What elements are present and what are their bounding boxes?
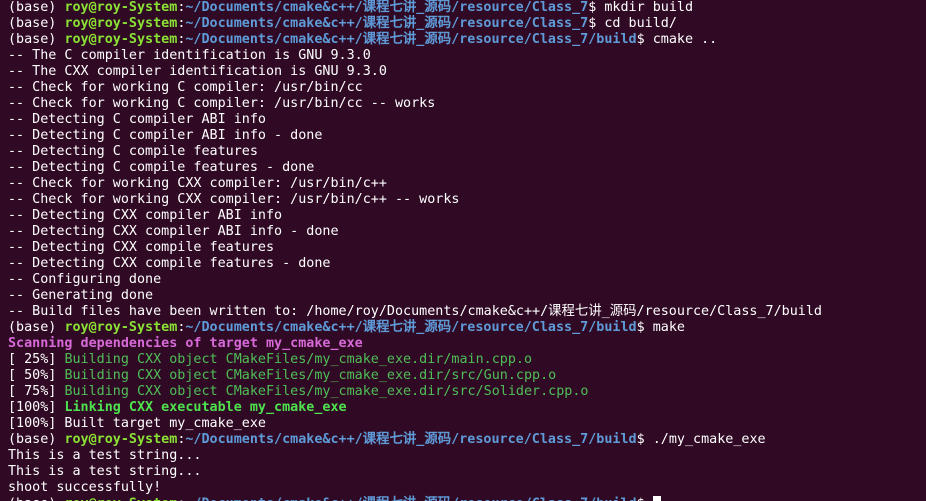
build-message: Building CXX object CMakeFiles/my_cmake_… — [64, 368, 557, 383]
command-text: cd build/ — [604, 16, 677, 31]
prompt-user: roy@roy-System — [64, 432, 178, 447]
build-percent: [ 25%] — [8, 352, 65, 367]
prompt-dollar: $ — [636, 432, 653, 447]
prompt-user: roy@roy-System — [64, 0, 178, 15]
make-build-line: [ 50%] Building CXX object CMakeFiles/my… — [8, 368, 926, 384]
terminal-line: (base) roy@roy-System:~/Documents/cmake&… — [8, 0, 926, 16]
prompt-dollar: $ — [588, 0, 605, 15]
cmake-output-line: -- Detecting C compiler ABI info - done — [8, 128, 323, 143]
make-link-line: [100%] Linking CXX executable my_cmake_e… — [8, 400, 926, 416]
cmake-output-line: -- The CXX compiler identification is GN… — [8, 64, 387, 79]
prompt-env: (base) — [8, 320, 65, 335]
prompt-path: ~/Documents/cmake&c++/课程七讲_源码/resource/C… — [185, 320, 637, 335]
command-text: cmake .. — [652, 32, 718, 47]
cmake-output-line: -- Detecting C compile features — [8, 144, 258, 159]
terminal-line: (base) roy@roy-System:~/Documents/cmake&… — [8, 432, 926, 448]
prompt-env: (base) — [8, 497, 64, 501]
cmake-output-line: -- Build files have been written to: /ho… — [8, 304, 822, 319]
prompt-path: ~/Documents/cmake&c++/课程七讲_源码/resource/C… — [185, 432, 637, 447]
link-message: Linking CXX executable my_cmake_exe — [64, 400, 347, 415]
prompt-user: roy@roy-System — [64, 497, 177, 501]
prompt-path: ~/Documents/cmake&c++/课程七讲_源码/resource/C… — [185, 16, 589, 31]
prompt-path: ~/Documents/cmake&c++/课程七讲_源码/resource/C… — [185, 0, 589, 15]
cmake-output-line: -- Detecting CXX compiler ABI info — [8, 208, 283, 223]
terminal-line-current[interactable]: (base) roy@roy-System:~/Documents/cmake&… — [8, 496, 926, 501]
make-build-line: [ 25%] Building CXX object CMakeFiles/my… — [8, 352, 926, 368]
cmake-output-line: -- Detecting CXX compile features - done — [8, 256, 331, 271]
cmake-output-line: -- Detecting CXX compile features — [8, 240, 275, 255]
program-output-line: This is a test string... — [8, 464, 202, 479]
cmake-output-line: -- Check for working CXX compiler: /usr/… — [8, 176, 387, 191]
cmake-output-line: -- Check for working C compiler: /usr/bi… — [8, 96, 436, 111]
program-output-line: shoot successfully! — [8, 480, 162, 495]
prompt-dollar: $ — [636, 32, 653, 47]
prompt-dollar: $ — [637, 497, 653, 501]
build-message: Building CXX object CMakeFiles/my_cmake_… — [64, 352, 533, 367]
prompt-user: roy@roy-System — [64, 320, 178, 335]
prompt-env: (base) — [8, 0, 65, 15]
cmake-output-line: -- Detecting C compile features - done — [8, 160, 315, 175]
command-text: ./my_cmake_exe — [652, 432, 766, 447]
cmake-output-line: -- Configuring done — [8, 272, 162, 287]
terminal-line: (base) roy@roy-System:~/Documents/cmake&… — [8, 32, 926, 48]
prompt-path: ~/Documents/cmake&c++/课程七讲_源码/resource/C… — [185, 32, 637, 47]
cmake-output-line: -- The C compiler identification is GNU … — [8, 48, 371, 63]
make-built-line: [100%] Built target my_cmake_exe — [8, 416, 266, 431]
cmake-output-line: -- Detecting C compiler ABI info — [8, 112, 266, 127]
prompt-dollar: $ — [636, 320, 653, 335]
program-output-line: This is a test string... — [8, 448, 202, 463]
build-percent: [ 75%] — [8, 384, 65, 399]
prompt-user: roy@roy-System — [64, 16, 178, 31]
prompt-user: roy@roy-System — [64, 32, 178, 47]
cmake-output-line: -- Check for working C compiler: /usr/bi… — [8, 80, 363, 95]
prompt-env: (base) — [8, 432, 65, 447]
cmake-output-line: -- Check for working CXX compiler: /usr/… — [8, 192, 460, 207]
build-percent: [ 50%] — [8, 368, 65, 383]
make-build-line: [ 75%] Building CXX object CMakeFiles/my… — [8, 384, 926, 400]
make-scanning-line: Scanning dependencies of target my_cmake… — [8, 336, 363, 351]
cursor-block — [652, 496, 661, 501]
terminal-line: (base) roy@roy-System:~/Documents/cmake&… — [8, 16, 926, 32]
command-text: mkdir build — [604, 0, 694, 15]
prompt-env: (base) — [8, 16, 65, 31]
cmake-output-line: -- Generating done — [8, 288, 154, 303]
terminal-window[interactable]: (base) roy@roy-System:~/Documents/cmake&… — [0, 0, 926, 501]
prompt-dollar: $ — [588, 16, 605, 31]
prompt-path: ~/Documents/cmake&c++/课程七讲_源码/resource/C… — [185, 497, 636, 501]
terminal-line: (base) roy@roy-System:~/Documents/cmake&… — [8, 320, 926, 336]
build-message: Building CXX object CMakeFiles/my_cmake_… — [64, 384, 589, 399]
cmake-output-line: -- Detecting CXX compiler ABI info - don… — [8, 224, 339, 239]
prompt-env: (base) — [8, 32, 65, 47]
command-text: make — [652, 320, 685, 335]
build-percent: [100%] — [8, 400, 65, 415]
